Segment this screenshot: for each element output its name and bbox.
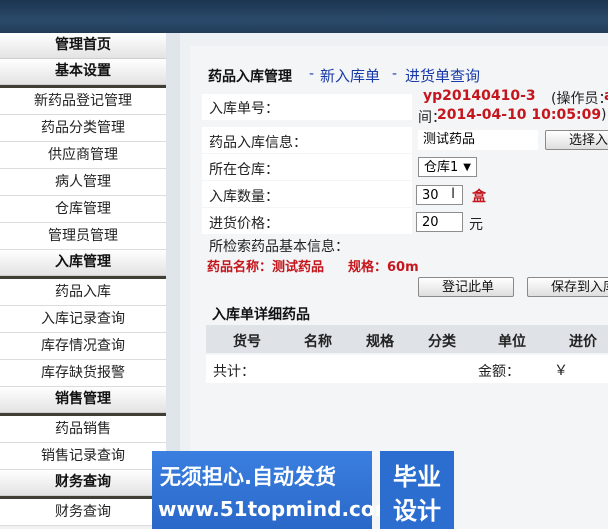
drug-name-field[interactable]: 测试药品 — [418, 130, 538, 150]
order-number-label: 入库单号： — [209, 101, 279, 117]
column-header-item-no: 货号 — [233, 334, 261, 350]
sidebar-item-patient[interactable]: 病人管理 — [0, 169, 166, 196]
top-banner — [0, 0, 608, 33]
sidebar-item-supplier[interactable]: 供应商管理 — [0, 142, 166, 169]
time-close-paren: ) — [601, 107, 607, 123]
sidebar-section-home[interactable]: 管理首页 — [0, 33, 166, 59]
basic-info-label: 所检索药品基本信息： — [209, 239, 349, 255]
amount-value: ￥ — [554, 363, 568, 379]
column-header-spec: 规格 — [366, 334, 394, 350]
page-title: 药品入库管理 — [208, 69, 292, 85]
warehouse-label: 所在仓库： — [209, 162, 279, 178]
register-order-button[interactable]: 登记此单 — [418, 277, 514, 297]
watermark-ad: 无须担心.自动发货 www.51topmind.com 毕业 设计 — [152, 451, 454, 529]
total-label: 共计： — [213, 364, 255, 380]
order-number-value: yp20140410-3 — [423, 88, 536, 104]
price-label: 进货价格： — [209, 216, 279, 232]
sidebar-section-finance[interactable]: 财务查询 — [0, 470, 166, 496]
header-separator: - — [392, 66, 398, 82]
header-separator: - — [309, 66, 315, 82]
operator-value: a — [604, 88, 608, 104]
text-cursor-icon: I — [451, 186, 456, 202]
sidebar-section-sales[interactable]: 销售管理 — [0, 387, 166, 413]
sidebar: 管理首页 基本设置 新药品登记管理 药品分类管理 供应商管理 病人管理 仓库管理… — [0, 33, 166, 529]
warehouse-select[interactable]: 仓库1 ▼ — [418, 157, 477, 177]
price-input[interactable]: 20 — [416, 212, 463, 232]
quantity-input[interactable]: 30 — [416, 185, 463, 205]
found-drug-name: 药品名称：测试药品 — [207, 260, 325, 275]
sidebar-item-sales-records[interactable]: 销售记录查询 — [0, 443, 166, 470]
sidebar-item-drug-sales[interactable]: 药品销售 — [0, 416, 166, 443]
column-header-purchase-price: 进价 — [569, 334, 597, 350]
sidebar-item-drug-stock-in[interactable]: 药品入库 — [0, 279, 166, 306]
found-drug-spec: 规格：60m — [348, 260, 419, 275]
new-order-link[interactable]: 新入库单 — [320, 65, 380, 86]
sidebar-item-finance-query[interactable]: 财务查询 — [0, 499, 166, 526]
warehouse-selected-value: 仓库1 — [424, 160, 459, 175]
sidebar-item-shortage-alert[interactable]: 库存缺货报警 — [0, 360, 166, 387]
sidebar-item-admin[interactable]: 管理员管理 — [0, 223, 166, 250]
purchase-order-query-link[interactable]: 进货单查询 — [405, 65, 480, 86]
ad-logo-line2: 设计 — [393, 497, 441, 525]
ad-logo-line1: 毕业 — [393, 463, 441, 491]
sidebar-item-new-drug-registration[interactable]: 新药品登记管理 — [0, 88, 166, 115]
detail-table-title: 入库单详细药品 — [212, 307, 310, 323]
sidebar-item-drug-category[interactable]: 药品分类管理 — [0, 115, 166, 142]
time-value: 2014-04-10 10:05:09 — [437, 107, 602, 123]
column-header-unit: 单位 — [498, 334, 526, 350]
select-drug-button[interactable]: 选择入库 — [545, 130, 608, 150]
column-header-category: 分类 — [428, 334, 456, 350]
operator-label: (操作员： — [551, 91, 608, 107]
ad-slogan: 无须担心.自动发货 — [160, 465, 336, 489]
dropdown-arrow-icon: ▼ — [463, 162, 471, 173]
amount-label: 金额： — [478, 364, 520, 380]
sidebar-section-basic-settings[interactable]: 基本设置 — [0, 59, 166, 85]
sidebar-item-warehouse[interactable]: 仓库管理 — [0, 196, 166, 223]
save-to-stock-button[interactable]: 保存到入库 — [527, 277, 608, 297]
detail-table-header — [206, 325, 608, 353]
column-header-name: 名称 — [304, 334, 332, 350]
price-unit: 元 — [469, 217, 483, 233]
table-row — [206, 355, 608, 383]
ad-url: www.51topmind.com — [158, 497, 396, 521]
quantity-label: 入库数量： — [209, 189, 279, 205]
sidebar-section-stock-in[interactable]: 入库管理 — [0, 250, 166, 276]
sidebar-item-inventory-query[interactable]: 库存情况查询 — [0, 333, 166, 360]
sidebar-item-stock-in-records[interactable]: 入库记录查询 — [0, 306, 166, 333]
quantity-unit: 盒 — [472, 189, 486, 205]
drug-info-label: 药品入库信息： — [209, 135, 307, 151]
